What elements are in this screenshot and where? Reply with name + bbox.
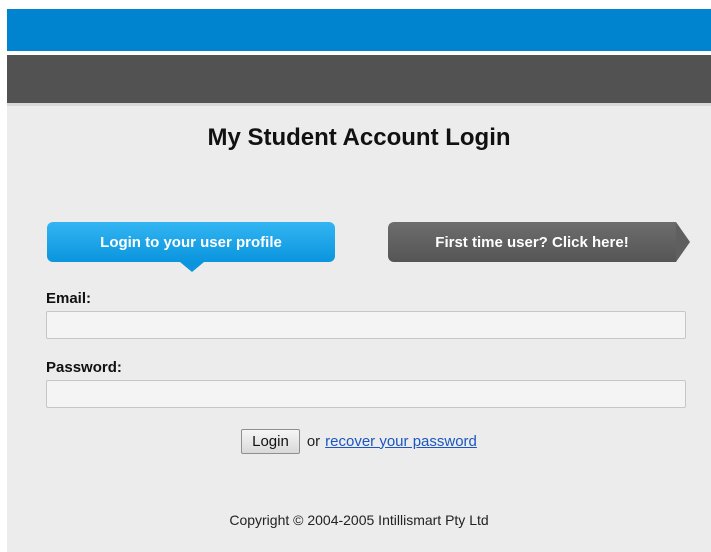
or-text: or — [306, 432, 321, 450]
header-blue-bar — [7, 9, 711, 51]
tab-pointer-icon — [180, 262, 204, 272]
header-gray-bar — [7, 55, 711, 103]
login-button[interactable]: Login — [241, 428, 300, 454]
tab-login-profile[interactable]: Login to your user profile — [47, 222, 335, 272]
tab-first-time-label: First time user? Click here! — [435, 233, 629, 251]
top-strip — [7, 0, 711, 9]
tab-arrow-right-icon — [676, 222, 690, 262]
header-gray-separator — [7, 103, 711, 106]
login-row: Login or recover your password — [7, 427, 711, 455]
password-field[interactable] — [46, 380, 686, 408]
email-label: Email: — [46, 290, 92, 307]
email-field[interactable] — [46, 311, 686, 339]
recover-password-link[interactable]: recover your password — [325, 433, 477, 450]
page: My Student Account Login Login to your u… — [7, 0, 711, 552]
copyright-text: Copyright © 2004-2005 Intillismart Pty L… — [229, 512, 489, 528]
tab-login-label: Login to your user profile — [100, 233, 282, 251]
page-title: My Student Account Login — [207, 124, 511, 151]
tab-first-time-user[interactable]: First time user? Click here! — [388, 222, 690, 262]
password-label: Password: — [46, 359, 122, 376]
